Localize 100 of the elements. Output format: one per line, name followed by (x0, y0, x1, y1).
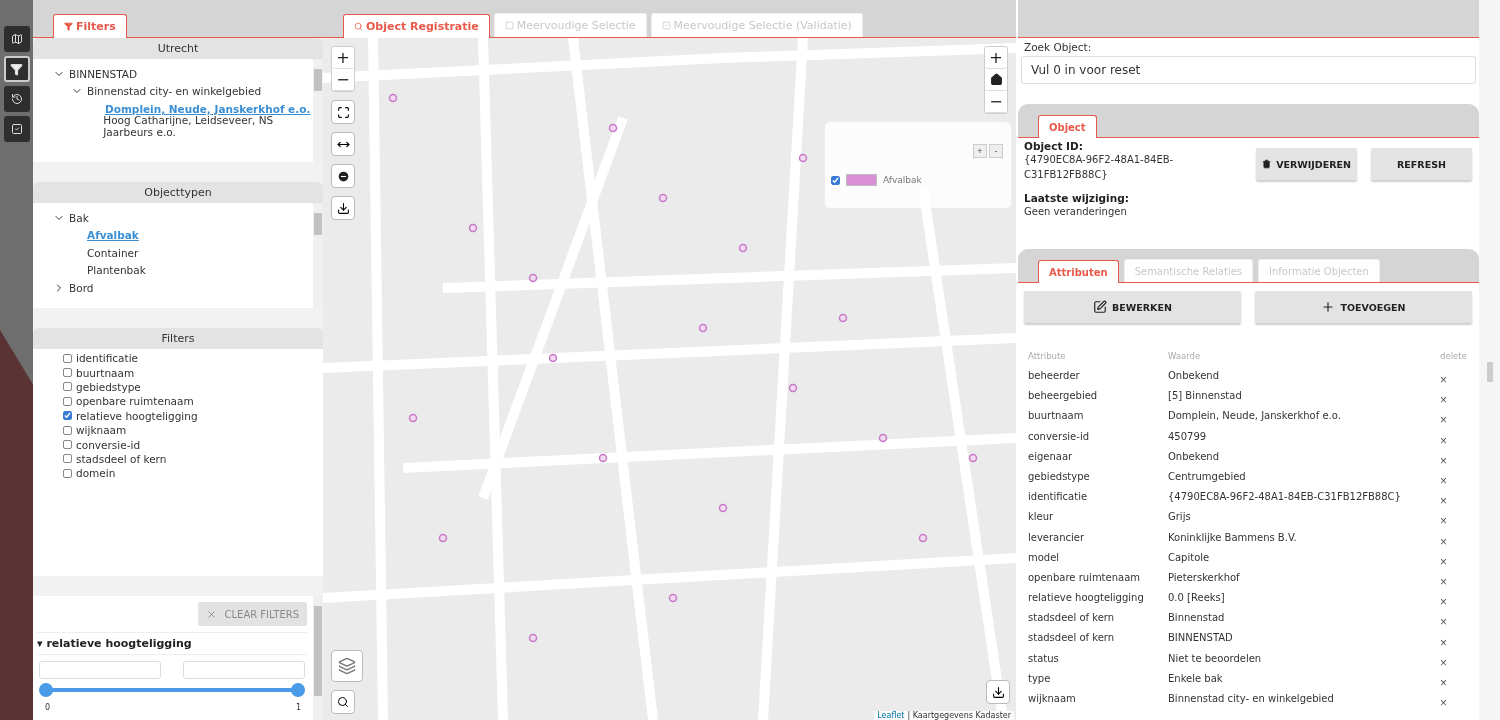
delete-row-button[interactable]: × (1440, 450, 1480, 471)
zoom-button[interactable]: + (985, 47, 1007, 69)
min-input-field[interactable] (39, 661, 161, 679)
checkbox[interactable] (63, 468, 72, 478)
sidebar-button[interactable] (3, 56, 30, 82)
table-cell-text: relatieve hoogteligging (1028, 592, 1145, 606)
checkbox[interactable] (63, 368, 72, 378)
tree-item[interactable]: Plantenbak (87, 264, 146, 277)
add-button[interactable]: TOEVOEGEN (1255, 291, 1472, 323)
panel-header: Objecttypen (33, 182, 323, 203)
delete-row-button[interactable]: × (1440, 370, 1480, 391)
column-header: delete (1440, 351, 1468, 363)
change-status: Geen veranderingen (1024, 205, 1128, 219)
table-cell-text: beheerder (1028, 370, 1081, 383)
delete-row-button[interactable]: × (1440, 410, 1480, 431)
search-button[interactable] (331, 690, 355, 714)
table-cell-text: leverancier (1028, 531, 1086, 545)
search-field[interactable]: Vul 0 in voor reset (1021, 56, 1476, 84)
checkbox[interactable] (63, 440, 72, 450)
table-cell-text: BINNENSTAD (1168, 632, 1234, 646)
table-cell-text: Enkele bak (1168, 672, 1224, 686)
attribution-link[interactable]: Leaflet (877, 711, 905, 720)
search-icon (337, 696, 349, 708)
tab[interactable]: Attributen (1038, 260, 1119, 283)
tree-item[interactable]: Binnenstad city- en winkelgebied (87, 85, 262, 98)
filter-label: stadsdeel of kern (76, 452, 167, 465)
checkbox[interactable] (63, 382, 72, 392)
tree-item[interactable]: BINNENSTAD (69, 67, 138, 80)
legend-label: Afvalbak (883, 175, 922, 185)
delete-row-button[interactable]: × (1440, 511, 1480, 532)
delete-row-button[interactable]: × (1440, 531, 1480, 552)
delete-row-button[interactable]: × (1440, 491, 1480, 512)
delete-row-button[interactable]: × (1440, 470, 1480, 492)
zoom-button[interactable]: + (332, 47, 354, 69)
scrollbar[interactable] (313, 596, 323, 720)
search-label: Zoek Object: (1023, 40, 1093, 53)
edit-button[interactable]: BEWERKEN (1024, 291, 1241, 323)
tick-label: 0 (45, 703, 51, 712)
legend-button[interactable]: - (989, 144, 1003, 158)
tab[interactable]: Object Registratie (343, 14, 490, 38)
table-cell-text: buurtnaam (1028, 410, 1085, 424)
tree-item[interactable]: Bak (69, 211, 89, 224)
checkbox[interactable] (63, 411, 72, 421)
checkbox[interactable] (63, 353, 72, 363)
filter-label: gebiedstype (76, 380, 141, 393)
edit-icon (1093, 300, 1108, 314)
delete-button[interactable]: VERWIJDEREN (1256, 148, 1357, 180)
scrollbar[interactable] (1486, 362, 1493, 382)
table-cell-text: eigenaar (1028, 450, 1074, 464)
checkbox-icon (10, 123, 23, 135)
fullscreen-button[interactable] (331, 100, 355, 124)
table-cell-text: openbare ruimtenaam (1028, 571, 1142, 585)
table-cell-text: Grijs (1168, 511, 1192, 525)
clear-button[interactable] (331, 164, 355, 188)
max-input-field[interactable] (183, 661, 305, 679)
search-icon (354, 22, 363, 31)
range-title[interactable]: ▾ relatieve hoogteligging (37, 632, 307, 655)
refresh-button[interactable]: REFRESH (1371, 148, 1472, 180)
filter-icon (10, 62, 23, 76)
delete-row-button[interactable]: × (1440, 390, 1480, 411)
sidebar-button[interactable] (3, 86, 30, 112)
slider-handle[interactable] (39, 683, 53, 697)
download-button[interactable] (986, 680, 1010, 704)
delete-row-button[interactable]: × (1440, 632, 1480, 653)
checkbox[interactable] (63, 425, 72, 435)
table-cell-text: kleur (1028, 511, 1055, 525)
tree-item[interactable]: Bord (69, 281, 94, 294)
checkbox[interactable] (831, 175, 840, 185)
checkbox[interactable] (63, 396, 72, 406)
scrollbar[interactable] (313, 203, 323, 308)
sidebar-button[interactable] (3, 116, 30, 142)
delete-row-button[interactable]: × (1440, 652, 1480, 673)
checkbox[interactable] (63, 454, 72, 464)
slider-handle[interactable] (291, 683, 305, 697)
legend-button[interactable]: + (973, 144, 987, 158)
table-cell-text: Binnenstad (1168, 612, 1226, 626)
scrollbar[interactable] (313, 59, 323, 162)
tree-item[interactable]: Container (87, 246, 139, 259)
delete-row-button[interactable]: × (1440, 592, 1480, 613)
delete-row-button[interactable]: × (1440, 430, 1480, 451)
delete-row-button[interactable]: × (1440, 672, 1480, 693)
tab[interactable]: Object (1038, 115, 1097, 138)
fullscreen-icon (336, 105, 350, 119)
table-cell-text: Binnenstad city- en winkelgebied (1168, 693, 1335, 706)
panel-header: Utrecht (33, 38, 323, 59)
download-button[interactable] (331, 196, 355, 220)
layers-button[interactable] (331, 650, 363, 682)
delete-row-button[interactable]: × (1440, 693, 1480, 714)
sidebar-button[interactable] (3, 26, 30, 52)
filter-label: domein (76, 467, 116, 480)
tree-item[interactable]: Hoog Catharijne, Leidseveer, NS Jaarbeurs e.o. (103, 114, 313, 139)
tab[interactable]: Filters (53, 14, 127, 38)
delete-row-button[interactable]: × (1440, 612, 1480, 633)
table-cell-text: {4790EC8A-96F2-48A1-84EB-C31FB12FB88C} (1168, 491, 1402, 505)
delete-row-button[interactable]: × (1440, 551, 1480, 572)
delete-row-button[interactable]: × (1440, 571, 1480, 593)
tree-item[interactable]: Domplein, Neude, Janskerkhof e.o. (105, 102, 311, 115)
field-label: Laatste wijziging: (1024, 192, 1130, 204)
measure-button[interactable] (331, 132, 355, 156)
table-cell-text: [5] Binnenstad (1168, 390, 1243, 404)
